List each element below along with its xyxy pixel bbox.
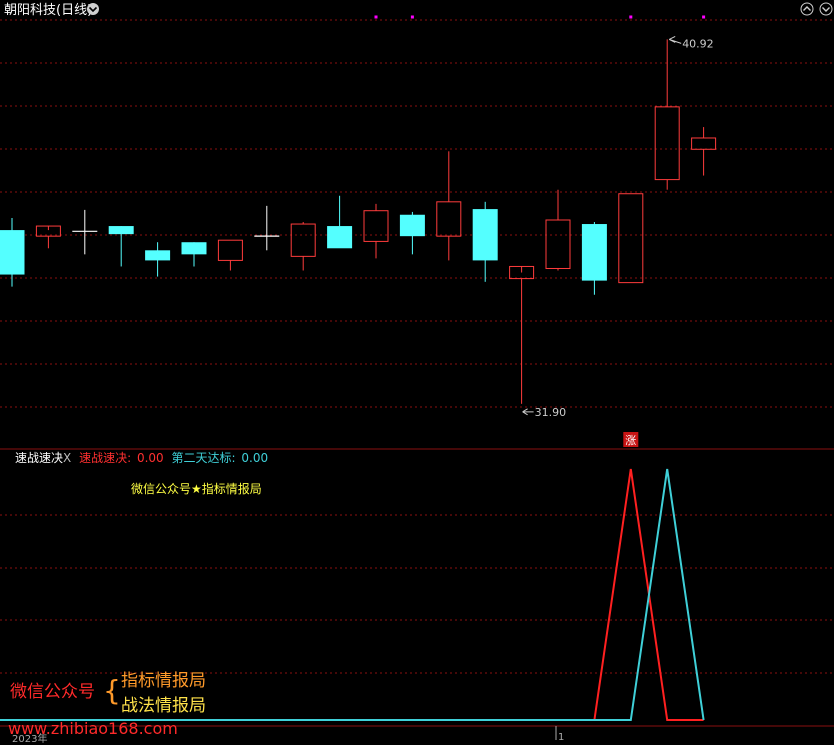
candle-body	[217, 239, 243, 261]
candle-body	[581, 224, 607, 281]
indicator-header: 速战速决X 速战速决: 0.00 第二天达标: 0.00	[15, 451, 268, 465]
candle	[145, 242, 171, 277]
chevron-down-icon[interactable]	[819, 2, 833, 16]
zhang-badge: 涨	[623, 432, 639, 447]
max-pointer	[668, 35, 682, 44]
candle-body	[654, 106, 680, 181]
candle-body	[363, 210, 389, 242]
candle-body	[436, 201, 462, 237]
candle-body	[472, 209, 498, 261]
candlestick-series	[0, 35, 717, 416]
stock-chart: 朝阳科技 (日线) 40.92 31.90 涨 速战速决X 速战速决: 0.00…	[0, 2, 834, 745]
candle-body	[691, 137, 717, 150]
brand-line2: 战法情报局	[121, 696, 206, 716]
candle	[691, 127, 717, 176]
signal-marker	[374, 15, 378, 19]
candle-body	[618, 193, 644, 284]
candle	[618, 193, 644, 284]
candle	[654, 39, 680, 190]
candle	[290, 222, 316, 271]
candle-body	[0, 230, 25, 275]
min-pointer	[522, 408, 534, 416]
candle	[217, 239, 243, 271]
brand-line1: 指标情报局	[121, 671, 206, 691]
signal-marker	[410, 15, 414, 19]
candle-body	[290, 223, 316, 257]
period-label[interactable]: (日线)	[56, 3, 92, 18]
candle	[72, 209, 98, 255]
candle	[0, 217, 25, 287]
candle	[35, 225, 61, 249]
stock-title: 朝阳科技	[4, 3, 56, 18]
year-label: 2023年	[12, 732, 47, 745]
candle	[545, 189, 571, 271]
signal-marker	[702, 15, 706, 19]
chevron-down-icon[interactable]	[87, 3, 99, 15]
close-icon[interactable]: X	[63, 451, 71, 465]
signal-markers	[374, 15, 706, 19]
candle	[509, 265, 535, 404]
candle	[581, 222, 607, 295]
brand-brace: {	[103, 674, 121, 707]
month-label: 1	[558, 732, 564, 743]
line1-value: 0.00	[137, 451, 164, 465]
zhang-text: 涨	[625, 434, 636, 447]
signal-marker	[629, 15, 633, 19]
candle-body	[181, 242, 207, 255]
indicator-name: 速战速决	[15, 451, 63, 465]
candle	[254, 205, 280, 251]
candle	[108, 226, 134, 267]
grid-lines	[0, 19, 834, 740]
watermark-text: 微信公众号★指标情报局	[131, 481, 262, 496]
candle	[327, 195, 353, 249]
brand-wechat: 微信公众号	[10, 682, 95, 702]
candle-body	[545, 219, 571, 269]
candle-body	[145, 250, 171, 261]
min-price-label: 31.90	[535, 406, 567, 419]
candle	[472, 201, 498, 282]
line2-value: 0.00	[241, 451, 268, 465]
candle	[436, 151, 462, 261]
chevron-up-icon[interactable]	[800, 2, 814, 16]
candle-body	[399, 214, 425, 237]
candle	[363, 203, 389, 259]
line1-label: 速战速决:	[79, 451, 131, 465]
candle-body	[327, 226, 353, 249]
candle-body	[108, 226, 134, 235]
line2-label: 第二天达标:	[172, 451, 236, 465]
candle	[181, 242, 207, 267]
max-price-label: 40.92	[682, 37, 714, 50]
candle	[399, 211, 425, 255]
